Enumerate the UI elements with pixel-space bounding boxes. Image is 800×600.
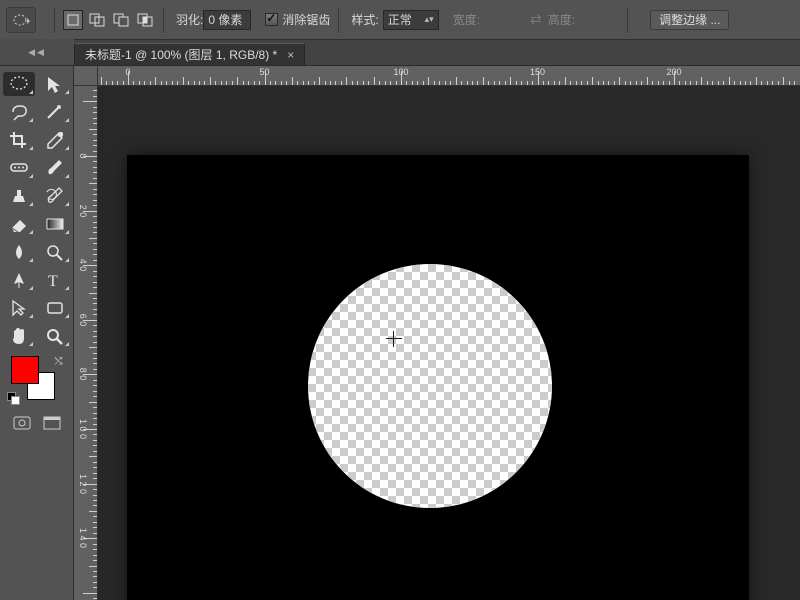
tool-magic-wand[interactable] [39,100,71,124]
height-input [575,10,619,30]
tool-zoom[interactable] [39,324,71,348]
separator [163,7,164,33]
default-colors-icon[interactable] [7,392,19,404]
swap-dimensions-icon: ⇄ [530,11,542,28]
close-icon[interactable]: × [287,48,294,62]
options-bar: 羽化: 消除锯齿 样式: 正常 ▴▾ 宽度: ⇄ 高度: 调整边缘 ... [0,0,800,40]
tool-brush[interactable] [39,156,71,180]
ruler-v-label: 0 [78,153,88,158]
ruler-v-label: 1 2 0 [78,474,88,494]
ruler-h-label: 150 [530,67,545,77]
ruler-h-label: 200 [666,67,681,77]
separator [627,7,628,33]
separator [54,7,55,33]
tool-path-select[interactable] [3,296,35,320]
ruler-v-label: 1 0 0 [78,419,88,439]
tool-shape[interactable] [39,296,71,320]
selection-new-button[interactable] [63,10,83,30]
tool-lasso[interactable] [3,100,35,124]
separator [338,7,339,33]
ruler-origin[interactable] [74,66,98,86]
foreground-color-swatch[interactable] [11,356,39,384]
refine-edge-button[interactable]: 调整边缘 ... [650,10,729,30]
selection-mode-group [63,10,155,30]
width-label: 宽度: [453,11,480,28]
document-tab[interactable]: 未标题-1 @ 100% (图层 1, RGB/8) * × [74,43,305,65]
crosshair-cursor-icon [386,331,402,347]
screen-mode-button[interactable] [40,414,64,432]
style-label: 样式: [351,11,378,28]
transparency-checker [308,264,552,508]
tool-eraser[interactable] [3,212,35,236]
ruler-v-label: 6 0 [78,314,88,327]
tool-eyedropper[interactable] [39,128,71,152]
screen-mode-row [0,414,73,432]
style-value: 正常 [388,11,412,28]
chevron-updown-icon: ▴▾ [425,14,434,25]
tool-dodge[interactable] [39,240,71,264]
ruler-vertical[interactable]: 0 2 0 4 0 6 0 8 0 1 0 0 1 2 0 1 4 0 [74,86,98,600]
svg-text:T: T [48,273,58,290]
antialias-checkbox[interactable] [265,13,278,26]
selection-add-button[interactable] [87,10,107,30]
tool-history-brush[interactable] [39,184,71,208]
canvas-viewport[interactable] [98,86,800,600]
tool-pen[interactable] [3,268,35,292]
work-area: 0 50 100 150 200 0 2 0 4 0 6 0 8 0 1 0 0 1 2 0 1 4 … [74,66,800,600]
double-chevron-left-icon: ◀◀ [28,47,46,58]
tool-clone-stamp[interactable] [3,184,35,208]
ruler-v-label: 4 0 [78,259,88,272]
ruler-horizontal[interactable]: 0 50 100 150 200 [98,66,800,86]
ruler-h-label: 50 [259,67,269,77]
ruler-v-label: 2 0 [78,204,88,217]
document-tab-bar: ◀◀ 未标题-1 @ 100% (图层 1, RGB/8) * × [0,40,800,66]
quick-mask-button[interactable] [10,414,34,432]
panel-collapse-button[interactable]: ◀◀ [0,39,74,65]
ruler-h-label: 100 [393,67,408,77]
tool-preset-picker[interactable] [6,7,36,33]
tool-ellipse-marquee[interactable] [3,72,35,96]
document-tab-title: 未标题-1 @ 100% (图层 1, RGB/8) * [85,46,277,63]
selection-subtract-button[interactable] [111,10,131,30]
style-select[interactable]: 正常 ▴▾ [383,10,439,30]
tool-blur[interactable] [3,240,35,264]
tool-crop[interactable] [3,128,35,152]
height-label: 高度: [548,11,575,28]
swap-colors-icon[interactable]: ⤭ [55,356,63,367]
feather-input[interactable] [203,10,251,30]
color-swatches: ⤭ [7,356,67,404]
ruler-v-label: 8 0 [78,368,88,381]
tool-move[interactable] [39,72,71,96]
feather-label: 羽化: [176,11,203,28]
tool-type[interactable]: T [39,268,71,292]
transparent-circle-region [308,264,552,508]
antialias-label: 消除锯齿 [282,11,330,28]
canvas[interactable] [128,156,748,600]
tool-hand[interactable] [3,324,35,348]
tools-panel: T ⤭ [0,66,74,600]
ruler-h-label: 0 [125,67,130,77]
tool-healing-brush[interactable] [3,156,35,180]
width-input [480,10,524,30]
tool-gradient[interactable] [39,212,71,236]
selection-intersect-button[interactable] [135,10,155,30]
ruler-v-label: 1 4 0 [78,528,88,548]
